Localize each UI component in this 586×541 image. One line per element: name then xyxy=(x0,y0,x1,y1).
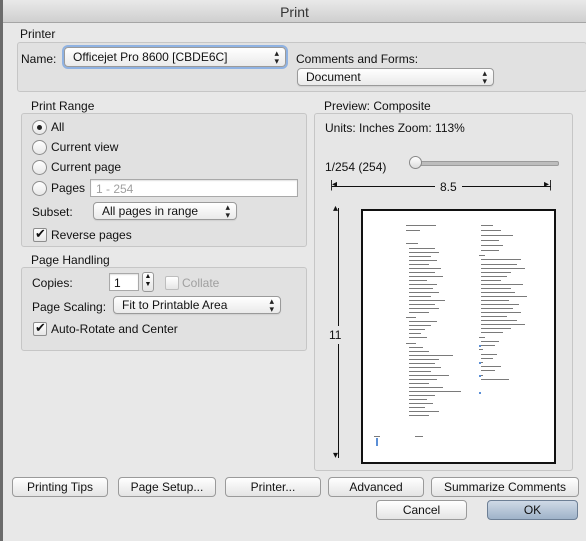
updown-arrows-icon: ▴ ▾ xyxy=(482,68,487,86)
page-slider-thumb[interactable] xyxy=(409,156,422,169)
arrow-left-icon: ◂ xyxy=(332,179,338,190)
print-range-label: Print Range xyxy=(31,99,95,113)
checkmark-icon: ✔ xyxy=(35,320,46,335)
page-scaling-label: Page Scaling: xyxy=(32,300,107,314)
comments-forms-label: Comments and Forms: xyxy=(296,52,419,66)
pages-input-placeholder: 1 - 254 xyxy=(96,182,134,196)
height-label: 11 xyxy=(329,326,342,344)
title-bar[interactable]: Print xyxy=(3,0,586,23)
radio-pages-label: Pages xyxy=(51,181,86,195)
page-text-lines xyxy=(374,225,527,446)
printing-tips-button[interactable]: Printing Tips xyxy=(12,477,108,497)
ok-button[interactable]: OK xyxy=(487,500,578,520)
printer-section-label: Printer xyxy=(20,27,56,41)
page-handling-label: Page Handling xyxy=(31,253,110,267)
comments-forms-value: Document xyxy=(306,70,361,84)
printer-name-value: Officejet Pro 8600 [CBDE6C] xyxy=(73,50,228,64)
page-scaling-select[interactable]: Fit to Printable Area ▴ ▾ xyxy=(113,296,281,314)
page-preview xyxy=(361,209,556,464)
radio-dot-icon xyxy=(37,125,42,130)
arrow-up-icon: ▴ xyxy=(333,203,339,214)
units-zoom-text: Units: Inches Zoom: 113% xyxy=(325,121,465,135)
updown-arrows-icon: ▴ ▾ xyxy=(274,48,279,66)
radio-pages[interactable] xyxy=(32,181,47,196)
radio-all-label: All xyxy=(51,120,65,134)
cancel-button[interactable]: Cancel xyxy=(376,500,467,520)
radio-current-view[interactable] xyxy=(32,140,47,155)
copies-label: Copies: xyxy=(32,276,73,290)
radio-current-page-label: Current page xyxy=(51,160,122,174)
radio-all[interactable] xyxy=(32,120,47,135)
radio-current-page[interactable] xyxy=(32,160,47,175)
page-slider-track[interactable] xyxy=(415,161,559,166)
printer-button[interactable]: Printer... xyxy=(225,477,321,497)
subset-value: All pages in range xyxy=(102,204,199,218)
advanced-button[interactable]: Advanced xyxy=(328,477,424,497)
checkmark-icon: ✔ xyxy=(35,226,46,241)
collate-checkbox[interactable] xyxy=(165,276,179,290)
copies-value: 1 xyxy=(114,276,121,290)
copies-input[interactable]: 1 xyxy=(109,273,139,291)
name-label: Name: xyxy=(21,52,57,66)
print-dialog: Print Printer Name: Officejet Pro 8600 [… xyxy=(3,0,586,541)
window-title: Print xyxy=(280,4,309,20)
auto-rotate-label: Auto-Rotate and Center xyxy=(51,322,178,336)
copies-stepper[interactable]: ▲ ▼ xyxy=(142,272,154,292)
printer-name-select[interactable]: Officejet Pro 8600 [CBDE6C] ▴ ▾ xyxy=(64,47,286,67)
preview-label: Preview: Composite xyxy=(324,99,431,113)
page-preview-content xyxy=(371,217,542,448)
page-setup-button[interactable]: Page Setup... xyxy=(118,477,216,497)
width-right-arrow-icon: | xyxy=(549,179,552,191)
updown-arrows-icon: ▴ ▾ xyxy=(269,296,274,314)
summarize-comments-button[interactable]: Summarize Comments xyxy=(431,477,579,497)
page-scaling-value: Fit to Printable Area xyxy=(122,298,228,312)
radio-current-view-label: Current view xyxy=(51,140,119,154)
auto-rotate-checkbox[interactable]: ✔ xyxy=(33,320,47,336)
updown-arrows-icon: ▴ ▾ xyxy=(225,202,230,220)
pages-input[interactable]: 1 - 254 xyxy=(90,179,298,197)
page-counter: 1/254 (254) xyxy=(325,160,387,174)
collate-label: Collate xyxy=(182,276,220,290)
reverse-pages-checkbox[interactable]: ✔ xyxy=(33,226,47,242)
subset-select[interactable]: All pages in range ▴ ▾ xyxy=(93,202,237,220)
comments-forms-select[interactable]: Document ▴ ▾ xyxy=(297,68,494,86)
subset-label: Subset: xyxy=(32,205,73,219)
width-label: 8.5 xyxy=(435,180,462,194)
arrow-down-icon: ▾ xyxy=(333,450,339,461)
reverse-pages-label: Reverse pages xyxy=(51,228,132,242)
